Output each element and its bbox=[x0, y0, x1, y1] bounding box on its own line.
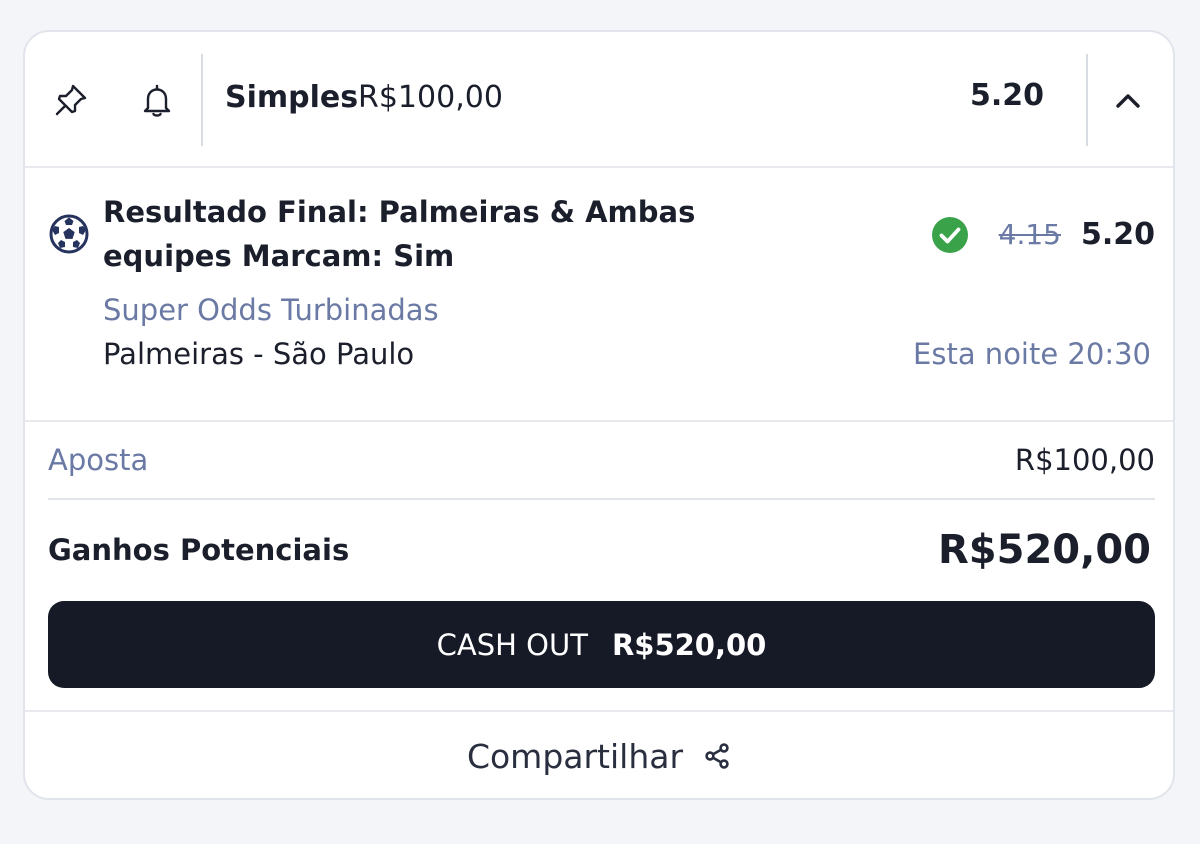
soccer-ball-icon bbox=[49, 214, 89, 254]
selection-row: Resultado Final: Palmeiras & Ambas equip… bbox=[25, 168, 1173, 422]
bell-icon[interactable] bbox=[132, 75, 182, 125]
stake-label: Aposta bbox=[48, 443, 149, 477]
total-odds: 5.20 bbox=[969, 78, 1044, 113]
promo-label: Super Odds Turbinadas bbox=[103, 293, 439, 327]
original-odds: 4.15 bbox=[998, 218, 1061, 251]
header-divider bbox=[201, 54, 203, 146]
selection-name: Resultado Final: Palmeiras & Ambas equip… bbox=[103, 195, 696, 273]
stake-row: Aposta R$100,00 bbox=[48, 422, 1155, 500]
share-label: Compartilhar bbox=[466, 736, 684, 776]
header-divider bbox=[1086, 54, 1088, 146]
check-circle-icon bbox=[932, 217, 968, 253]
event-time: Esta noite 20:30 bbox=[913, 337, 1151, 371]
bet-type-label: Simples bbox=[225, 80, 359, 115]
share-icon bbox=[705, 743, 729, 769]
bet-header: Simples R$100,00 5.20 bbox=[25, 32, 1173, 168]
chevron-up-icon[interactable] bbox=[1103, 76, 1153, 126]
cash-out-label: CASH OUT bbox=[436, 627, 588, 662]
pin-icon[interactable] bbox=[46, 75, 96, 125]
boosted-odds: 5.20 bbox=[1080, 217, 1155, 252]
potential-returns-value: R$520,00 bbox=[938, 527, 1151, 573]
stake-value: R$100,00 bbox=[1014, 443, 1155, 477]
cash-out-button[interactable]: CASH OUT R$520,00 bbox=[48, 601, 1155, 688]
share-button[interactable]: Compartilhar bbox=[25, 710, 1173, 798]
bet-card: Simples R$100,00 5.20 Resultado Final: P… bbox=[23, 30, 1175, 800]
header-stake: R$100,00 bbox=[358, 80, 503, 115]
event-name: Palmeiras - São Paulo bbox=[103, 337, 415, 371]
potential-returns-label: Ganhos Potenciais bbox=[48, 533, 350, 567]
cash-out-amount: R$520,00 bbox=[611, 627, 767, 662]
